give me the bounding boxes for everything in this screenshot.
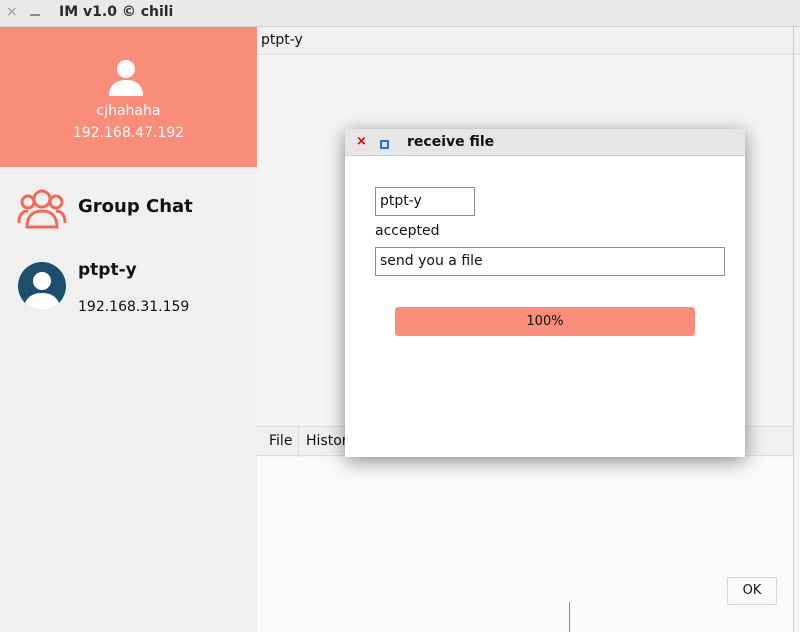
window-titlebar: × IM v1.0 © chili — [0, 0, 800, 27]
divider — [793, 27, 794, 632]
progress-bar: 100% — [395, 307, 695, 336]
window-minimize-icon[interactable] — [30, 14, 40, 16]
profile-panel: cjhahaha 192.168.47.192 — [0, 27, 257, 167]
chat-header: ptpt-y — [257, 27, 800, 55]
group-icon — [17, 187, 67, 233]
user-avatar-icon — [18, 262, 66, 314]
profile-name: cjhahaha — [96, 103, 161, 119]
dialog-close-icon[interactable]: × — [356, 134, 367, 149]
sender-field[interactable]: ptpt-y — [375, 187, 475, 216]
ok-button[interactable]: OK — [727, 577, 777, 605]
dialog-title: receive file — [407, 134, 495, 150]
profile-ip: 192.168.47.192 — [72, 125, 185, 141]
sidebar: cjhahaha 192.168.47.192 Group Chat ptpt-… — [0, 27, 257, 632]
message-input[interactable] — [257, 457, 793, 632]
tab-file[interactable]: File — [263, 427, 300, 457]
contact-item-group-chat[interactable]: Group Chat — [0, 183, 257, 231]
contact-item-ptpt-y[interactable]: ptpt-y 192.168.31.159 — [0, 256, 257, 326]
contact-name: Group Chat — [78, 196, 193, 217]
divider — [569, 602, 570, 632]
chat-title: ptpt-y — [261, 32, 303, 48]
tab-history[interactable]: Histor — [306, 427, 348, 457]
receive-file-dialog: × receive file ptpt-y accepted send you … — [345, 129, 745, 457]
profile-avatar-icon — [107, 59, 145, 101]
window-close-icon[interactable]: × — [6, 4, 18, 20]
dialog-titlebar: × receive file — [345, 129, 745, 156]
contact-name: ptpt-y — [78, 260, 137, 280]
transfer-status: accepted — [375, 223, 440, 239]
window-title: IM v1.0 © chili — [59, 4, 174, 20]
dialog-maximize-icon[interactable] — [380, 140, 389, 149]
message-field[interactable]: send you a file — [375, 247, 725, 276]
contact-ip: 192.168.31.159 — [78, 299, 190, 315]
